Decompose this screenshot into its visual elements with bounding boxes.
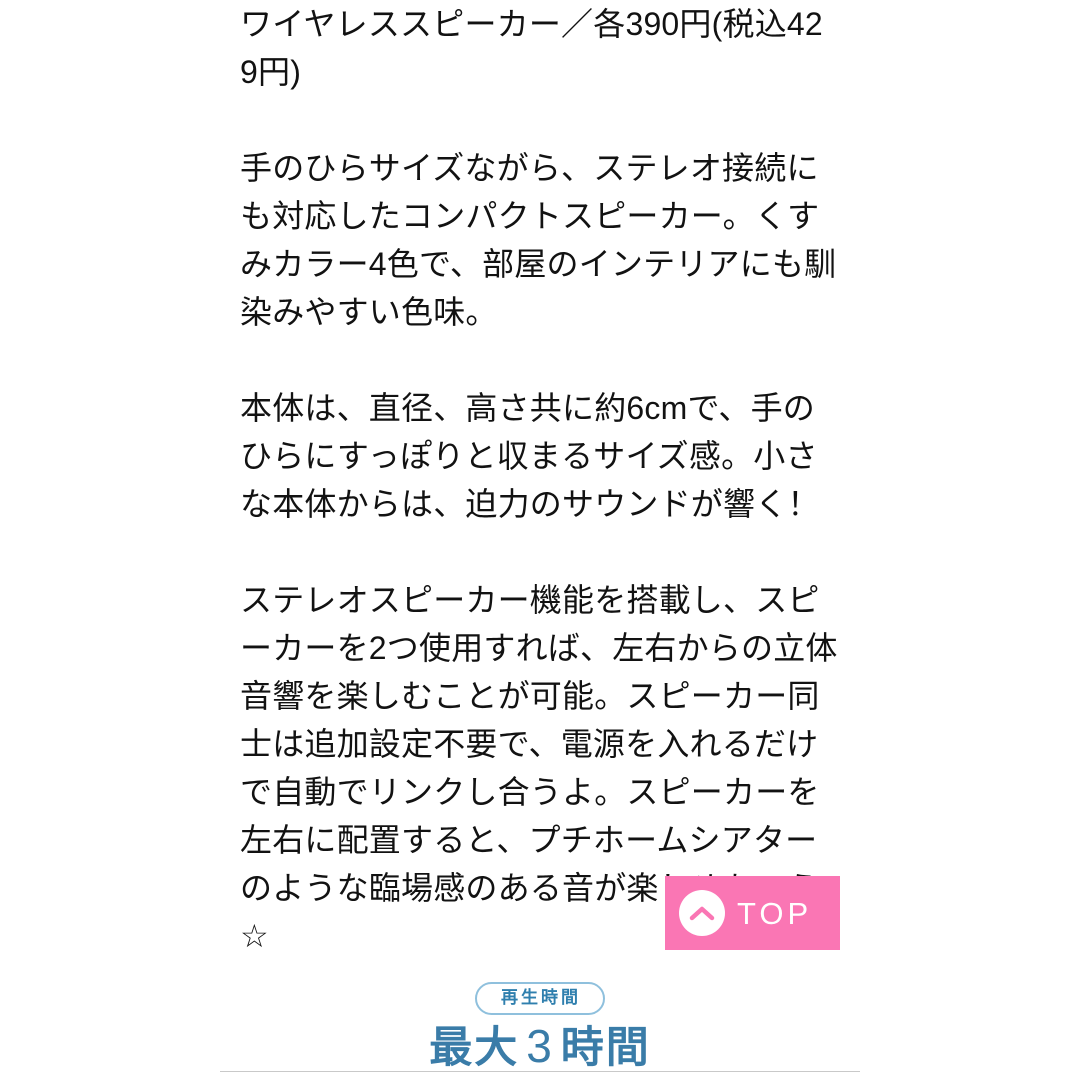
spec-value: 最大 3 時間 — [0, 1021, 1080, 1073]
spec-value-prefix: 最大 — [429, 1024, 520, 1073]
scroll-to-top-button[interactable]: TOP — [665, 876, 840, 950]
section-divider — [220, 1071, 860, 1072]
spec-playback-time: 再生時間 最大 3 時間 — [0, 982, 1080, 1073]
product-title-price: ワイヤレススピーカー／各390円(税込429円) — [240, 6, 823, 90]
product-description: ワイヤレススピーカー／各390円(税込429円) 手のひらサイズながら、ステレオ… — [240, 0, 840, 960]
spec-badge-label: 再生時間 — [475, 982, 605, 1016]
description-paragraph-2: 本体は、直径、高さ共に約6cmで、手のひらにすっぽりと収まるサイズ感。小さな本体… — [240, 390, 820, 522]
chevron-up-icon — [679, 890, 725, 936]
spec-value-suffix: 時間 — [560, 1024, 651, 1073]
scroll-to-top-label: TOP — [737, 895, 813, 931]
description-paragraph-1: 手のひらサイズながら、ステレオ接続にも対応したコンパクトスピーカー。くすみカラー… — [240, 150, 837, 330]
page-root: ワイヤレススピーカー／各390円(税込429円) 手のひらサイズながら、ステレオ… — [0, 0, 1080, 1080]
spec-value-number: 3 — [526, 1020, 554, 1073]
